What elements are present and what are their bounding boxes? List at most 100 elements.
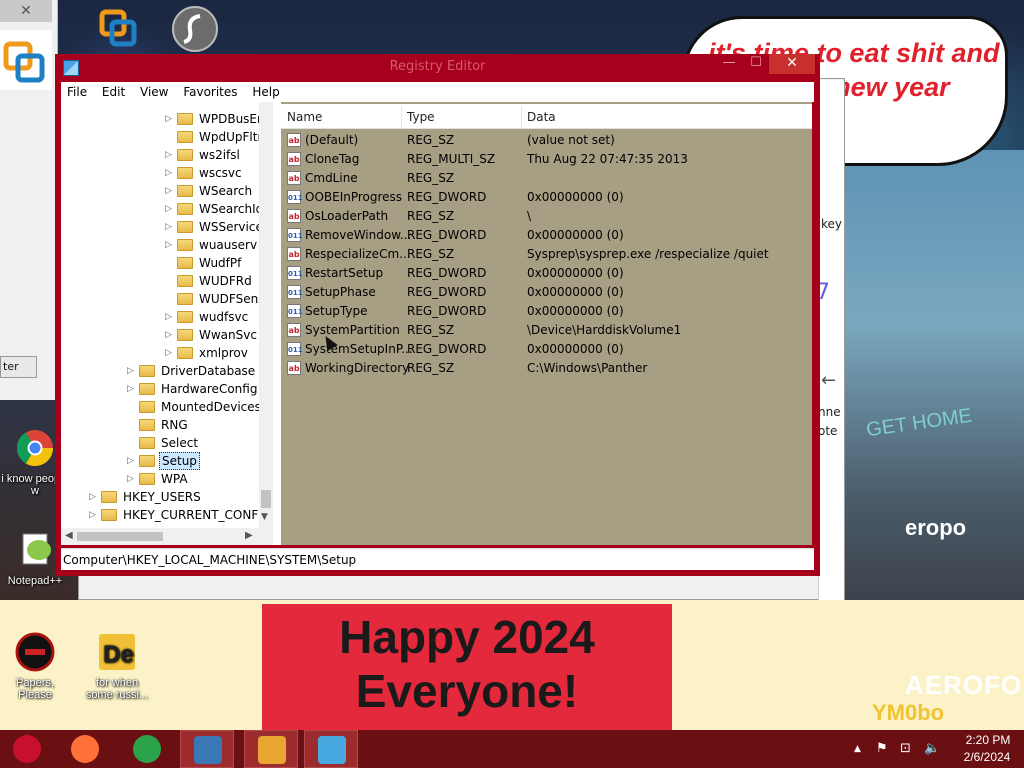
partial-window-close-button[interactable]: ✕: [0, 0, 52, 22]
desktop-icon-de[interactable]: De for when some russi...: [82, 632, 152, 701]
background-window-back-arrow-icon[interactable]: ←: [821, 370, 836, 391]
tree-node[interactable]: Select: [127, 434, 200, 452]
menu-favorites[interactable]: Favorites: [177, 82, 242, 99]
tree-expander-icon[interactable]: ▷: [89, 506, 101, 524]
column-divider[interactable]: [521, 106, 522, 128]
tree-expander-icon[interactable]: ▷: [127, 362, 139, 380]
tree-expander-icon[interactable]: ▷: [165, 236, 177, 254]
tree-node[interactable]: ▷ HKEY_USERS: [89, 488, 203, 506]
title-bar[interactable]: Registry Editor — ☐ ✕: [55, 54, 820, 80]
value-row[interactable]: ab CmdLine REG_SZ: [281, 168, 812, 187]
value-row[interactable]: ab SystemPartition REG_SZ \Device\HarddiskV…: [281, 320, 812, 339]
menu-help[interactable]: Help: [246, 82, 284, 99]
menu-edit[interactable]: Edit: [96, 82, 130, 99]
key-tree-pane[interactable]: ▷ WPDBusEn WpdUpFltr ▷ ws2ifsl ▷ wscsvc ▷ WSearc…: [61, 102, 273, 545]
tree-node[interactable]: ▷ WPDBusEn: [165, 110, 267, 128]
tree-node[interactable]: WUDFSens: [165, 290, 266, 308]
tree-node[interactable]: WudfPf: [165, 254, 243, 272]
tree-expander-icon[interactable]: ▷: [165, 344, 177, 362]
value-row[interactable]: ab RespecializeCm... REG_SZ Sysprep\sysprep…: [281, 244, 812, 263]
value-row[interactable]: 011 RemoveWindow... REG_DWORD 0x00000000 (0…: [281, 225, 812, 244]
value-row[interactable]: 011 SystemSetupInP... REG_DWORD 0x00000000 …: [281, 339, 812, 358]
value-row[interactable]: ab (Default) REG_SZ (value not set): [281, 130, 812, 149]
desktop-icon-papers-please[interactable]: Papers, Please: [0, 632, 70, 701]
tree-node[interactable]: WUDFRd: [165, 272, 254, 290]
tray-volume-icon[interactable]: 🔈: [924, 741, 940, 756]
tree-scroll-left-icon[interactable]: ◀: [65, 530, 73, 541]
maximize-button[interactable]: ☐: [743, 54, 769, 74]
minimize-button[interactable]: —: [715, 54, 743, 74]
tree-node[interactable]: ▷ WSearchId: [165, 200, 265, 218]
tree-expander-icon[interactable]: ▷: [165, 182, 177, 200]
tree-node[interactable]: ▷ wscsvc: [165, 164, 244, 182]
tray-action-center-flag-icon[interactable]: ⚑: [876, 741, 888, 756]
tree-node[interactable]: ▷ WwanSvc: [165, 326, 259, 344]
tree-node[interactable]: MountedDevices: [127, 398, 263, 416]
taskbar-button[interactable]: [304, 730, 358, 768]
tree-node[interactable]: ▷ HKEY_CURRENT_CONFIG: [89, 506, 273, 524]
tray-overflow-up-icon[interactable]: ▲: [854, 744, 861, 754]
tree-expander-icon[interactable]: ▷: [165, 110, 177, 128]
tree-expander-icon[interactable]: ▷: [89, 488, 101, 506]
value-row[interactable]: 011 RestartSetup REG_DWORD 0x00000000 (0): [281, 263, 812, 282]
tree-node[interactable]: ▷ wuauserv: [165, 236, 259, 254]
value-row[interactable]: ab WorkingDirectory REG_SZ C:\Windows\Panth…: [281, 358, 812, 377]
tree-scroll-right-icon[interactable]: ▶: [245, 530, 253, 541]
value-row[interactable]: 011 SetupPhase REG_DWORD 0x00000000 (0): [281, 282, 812, 301]
tree-expander-icon[interactable]: ▷: [165, 218, 177, 236]
taskbar-button[interactable]: [244, 730, 298, 768]
flash-icon: [172, 6, 218, 52]
tree-expander-icon[interactable]: ▷: [165, 308, 177, 326]
tree-node[interactable]: ▷ DriverDatabase: [127, 362, 257, 380]
background-window-link-2[interactable]: ote: [818, 424, 837, 438]
tree-node[interactable]: ▷ xmlprov: [165, 344, 250, 362]
tree-node[interactable]: ▷ WPA: [127, 470, 190, 488]
tree-horizontal-scrollbar[interactable]: ◀ ▶: [61, 528, 273, 545]
column-header-data[interactable]: Data: [527, 110, 556, 124]
taskbar-button[interactable]: [180, 730, 234, 768]
tree-node[interactable]: ▷ Setup: [127, 452, 200, 470]
tree-expander-icon[interactable]: ▷: [165, 326, 177, 344]
desktop-icon-vmware[interactable]: [82, 6, 152, 55]
value-row[interactable]: 011 SetupType REG_DWORD 0x00000000 (0): [281, 301, 812, 320]
tree-scroll-down-icon[interactable]: ▼: [261, 512, 268, 522]
value-row[interactable]: ab OsLoaderPath REG_SZ \: [281, 206, 812, 225]
column-header-name[interactable]: Name: [287, 110, 322, 124]
tree-vscroll-thumb[interactable]: [261, 490, 271, 508]
tree-node[interactable]: RNG: [127, 416, 190, 434]
tray-network-icon[interactable]: ⊡: [900, 741, 911, 756]
column-divider[interactable]: [401, 106, 402, 128]
taskbar-button[interactable]: [58, 730, 112, 768]
values-list-pane[interactable]: Name Type Data ab (Default) REG_SZ (value n…: [281, 102, 812, 545]
tree-expander-icon[interactable]: ▷: [165, 146, 177, 164]
tree-node-label: WPDBusEn: [199, 112, 265, 126]
value-row[interactable]: ab CloneTag REG_MULTI_SZ Thu Aug 22 07:47:3…: [281, 149, 812, 168]
taskbar-button[interactable]: [120, 730, 174, 768]
tree-node[interactable]: WpdUpFltr: [165, 128, 264, 146]
tree-node[interactable]: ▷ HardwareConfig: [127, 380, 259, 398]
tree-expander-icon[interactable]: ▷: [127, 470, 139, 488]
pane-splitter[interactable]: [273, 102, 281, 545]
partial-window-button[interactable]: ter: [0, 356, 37, 378]
desktop-icon-flash[interactable]: [160, 4, 230, 57]
menu-view[interactable]: View: [134, 82, 173, 99]
value-row[interactable]: 011 OOBEInProgress REG_DWORD 0x00000000 (0): [281, 187, 812, 206]
tree-node[interactable]: ▷ ws2ifsl: [165, 146, 242, 164]
tree-node[interactable]: ▷ WSearch: [165, 182, 254, 200]
tree-expander-icon[interactable]: ▷: [165, 164, 177, 182]
column-header-type[interactable]: Type: [407, 110, 435, 124]
tree-node[interactable]: ▷ WSService: [165, 218, 265, 236]
background-window-link-1[interactable]: nne: [818, 405, 841, 419]
menu-file[interactable]: File: [61, 82, 92, 99]
tree-expander-icon[interactable]: ▷: [165, 200, 177, 218]
tree-expander-icon[interactable]: ▷: [127, 380, 139, 398]
close-button[interactable]: ✕: [769, 54, 815, 74]
taskbar-button[interactable]: [0, 730, 54, 768]
tray-clock-time[interactable]: 2:20 PM: [958, 733, 1018, 747]
tree-expander-icon[interactable]: ▷: [127, 452, 139, 470]
tree-vertical-scrollbar[interactable]: ▼: [259, 102, 273, 528]
tree-hscroll-thumb[interactable]: [77, 532, 163, 541]
registry-editor-window[interactable]: Registry Editor — ☐ ✕ File Edit View Fav…: [55, 54, 820, 576]
tree-node[interactable]: ▷ wudfsvc: [165, 308, 250, 326]
tray-clock-date[interactable]: 2/6/2024: [952, 750, 1022, 764]
